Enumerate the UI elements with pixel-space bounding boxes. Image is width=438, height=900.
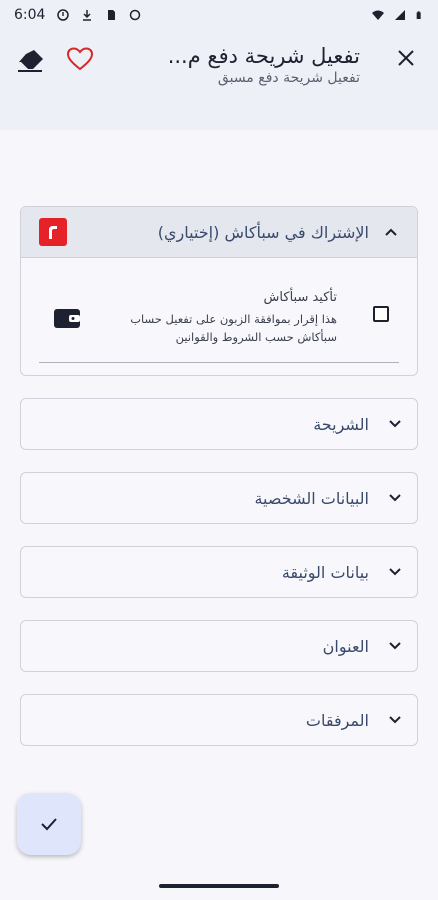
wallet-icon [54,309,80,328]
section-personal[interactable]: البيانات الشخصية [20,472,418,524]
submit-fab-button[interactable] [17,793,81,855]
gesture-nav-handle[interactable] [159,884,279,888]
section-attachments-header: المرفقات [21,695,417,745]
section-address-header: العنوان [21,621,417,671]
page-subtitle: تفعيل شريحة دفع مسبق [217,70,360,86]
sapcash-confirm-checkbox[interactable] [373,306,389,322]
section-document-title: بيانات الوثيقة [281,562,369,582]
section-sim[interactable]: الشريحة [20,398,418,450]
section-personal-title: البيانات الشخصية [254,488,369,508]
sync-icon [130,9,141,21]
chevron-down-icon [389,420,401,428]
section-sim-title: الشريحة [313,414,369,434]
status-left: 6:04 [14,7,141,23]
close-icon[interactable] [392,44,420,72]
sapcash-header[interactable]: الإشتراك في سبأكاش (إختياري) [21,207,417,258]
app-bar: تفعيل شريحة دفع م... تفعيل شريحة دفع مسب… [0,30,438,130]
chevron-down-icon [389,568,401,576]
check-icon [41,818,57,831]
heart-icon[interactable] [66,46,94,72]
confirm-divider [39,362,399,363]
section-attachments-title: المرفقات [305,710,369,730]
section-document-header: بيانات الوثيقة [21,547,417,597]
status-right [372,9,424,21]
battery-icon [416,11,421,19]
chevron-down-icon [389,494,401,502]
sapcash-logo-glyph [49,226,57,239]
sapcash-confirm-desc: هذا إقرار بموافقة الزبون على تفعيل حساب … [130,312,337,344]
page-title: تفعيل شريحة دفع م... [167,44,360,68]
section-address[interactable]: العنوان [20,620,418,672]
section-sim-header: الشريحة [21,399,417,449]
alert-icon [57,9,70,21]
chevron-up-icon [385,228,397,236]
status-time: 6:04 [14,7,46,23]
eraser-icon[interactable] [16,48,44,74]
download-icon [83,10,92,21]
signal-icon [395,10,405,20]
sapcash-logo [39,218,67,246]
sapcash-title: الإشتراك في سبأكاش (إختياري) [157,222,369,242]
section-document-head-right: بيانات الوثيقة [282,563,403,582]
sapcash-header-right: الإشتراك في سبأكاش (إختياري) [158,223,399,242]
status-bar: 6:04 [0,0,438,30]
sapcash-confirm-title: تأكيد سبأكاش [263,290,337,305]
wifi-icon [372,10,384,20]
sapcash-confirm-row: تأكيد سبأكاش هذا إقرار بموافقة الزبون عل… [21,258,417,363]
section-personal-header: البيانات الشخصية [21,473,417,523]
sapcash-section: الإشتراك في سبأكاش (إختياري) تأكيد سبأكا… [20,206,418,376]
close-glyph [398,50,414,66]
section-personal-head-right: البيانات الشخصية [254,489,403,508]
section-attachments-head-right: المرفقات [306,711,403,730]
chevron-down-icon [389,716,401,724]
sim-icon [108,10,116,20]
section-address-head-right: العنوان [323,637,403,656]
section-address-title: العنوان [322,636,369,656]
section-document[interactable]: بيانات الوثيقة [20,546,418,598]
section-attachments[interactable]: المرفقات [20,694,418,746]
chevron-down-icon [389,642,401,650]
section-sim-head-right: الشريحة [313,415,403,434]
